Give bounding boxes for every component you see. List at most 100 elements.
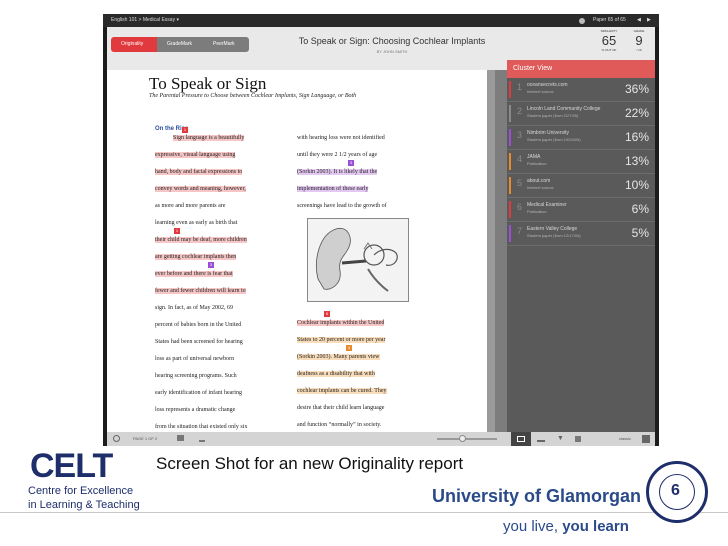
bottom-toolbar: PAGE 1 OF 2 ▼ classic <box>107 432 655 446</box>
match-percent: 5% <box>631 226 649 240</box>
paper-line: their child may be deaf, more children <box>155 237 247 243</box>
match-percent: 6% <box>631 202 649 216</box>
grade-stat[interactable]: GRADE 9 / 10 <box>625 29 653 52</box>
match-marker[interactable]: 1 <box>182 127 188 133</box>
match-number: 5 <box>517 178 523 188</box>
match-percent: 10% <box>624 178 649 192</box>
celt-tagline-1: Centre for Excellence <box>28 485 134 497</box>
match-color-bar <box>509 129 511 146</box>
paper-line: from the situation that existed only six <box>155 424 248 430</box>
list-item[interactable]: 4 JAMA Publication 13% <box>507 150 655 174</box>
scrollbar[interactable] <box>495 70 507 432</box>
paper-line: with hearing loss were not identified <box>297 135 385 141</box>
footer-divider <box>0 512 728 513</box>
paper-line: are getting cochlear implants then <box>155 254 237 260</box>
slide-number: 6 <box>671 482 680 499</box>
paper-line: Sign language is a beautifully <box>173 135 245 141</box>
paper-line: screenings have lead to the growth of <box>297 203 387 209</box>
match-type: Student paper (from 10/24/09) <box>527 137 581 142</box>
list-item[interactable]: 3 Nimbrim University Student paper (from… <box>507 126 655 150</box>
tab-grademark[interactable]: GradeMark <box>157 37 203 52</box>
view-mode-label[interactable]: classic <box>619 436 631 441</box>
slogan-bold: you learn <box>562 518 629 535</box>
match-marker[interactable]: 6 <box>324 311 330 317</box>
university-seal: 6 <box>646 461 708 523</box>
match-source: JAMA <box>527 154 541 160</box>
match-marker[interactable]: 3 <box>208 262 214 268</box>
university-name: University of Glamorgan <box>432 486 642 506</box>
match-number: 2 <box>517 106 523 116</box>
help-icon[interactable] <box>579 18 585 24</box>
match-type: Publication <box>527 209 547 214</box>
grade-sub: / 10 <box>636 48 642 52</box>
list-item[interactable]: 6 Medical Examiner Publication 6% <box>507 198 655 222</box>
zoom-slider[interactable] <box>437 438 497 440</box>
paper-navigator: Paper 65 of 65 <box>593 17 626 23</box>
celt-tagline-2: in Learning & Teaching <box>28 499 140 511</box>
paper-line: States had been screened for hearing <box>155 339 243 345</box>
similarity-sub: % OUT OF <box>601 48 617 52</box>
paper-line: desire that their child learn language <box>297 405 385 411</box>
paper-author: BY JOHN SMITH <box>376 49 408 54</box>
page-indicator: PAGE 1 OF 2 <box>133 436 158 441</box>
match-marker[interactable]: 4 <box>346 345 352 351</box>
prev-paper-icon[interactable]: ◀ <box>637 14 641 27</box>
paper-line: percent of babies born in the United <box>155 322 242 328</box>
match-type: Student paper (from 2/27/09) <box>527 113 579 118</box>
slide-caption: Screen Shot for an new Originality repor… <box>156 454 464 473</box>
match-type: Internet source <box>527 89 554 94</box>
match-color-bar <box>509 153 511 170</box>
paper-line: early identification of infant hearing <box>155 390 242 396</box>
paper-line: and function “normally” in society. <box>297 422 382 428</box>
tab-originality[interactable]: Originality <box>111 37 157 52</box>
match-source: Lincoln Land Community College <box>527 106 601 112</box>
paper-line: States to 20 percent or more per year <box>297 337 386 343</box>
zoom-slider-handle[interactable] <box>459 435 466 442</box>
grade-value: 9 <box>635 33 643 48</box>
match-marker[interactable]: 1 <box>174 228 180 234</box>
paper-view: To Speak or Sign The Parental Pressure t… <box>107 70 487 432</box>
match-percent: 36% <box>624 82 649 96</box>
match-number: 6 <box>517 202 523 212</box>
university-slogan: you live, you learn <box>503 518 629 535</box>
list-item[interactable]: 2 Lincoln Land Community College Student… <box>507 102 655 126</box>
filter-icon[interactable]: ▼ <box>557 435 564 443</box>
course-breadcrumb[interactable]: English 101 > Medical Essay ▾ <box>111 14 179 27</box>
print-icon[interactable] <box>177 435 184 441</box>
list-item[interactable]: 5 about.com Internet source 10% <box>507 174 655 198</box>
match-color-bar <box>509 177 511 194</box>
match-source: Eastern Valley College <box>527 226 578 232</box>
match-percent: 13% <box>624 154 649 168</box>
list-item[interactable]: 7 Eastern Valley College Student paper (… <box>507 222 655 246</box>
paper-line: implementation of these early <box>297 186 369 192</box>
bar-chart-icon[interactable] <box>537 436 545 442</box>
match-source: about.com <box>527 178 551 184</box>
paper-line: as more and more parents are <box>155 203 226 209</box>
paper-line: fewer and fewer children will learn to <box>155 288 246 294</box>
download-icon[interactable] <box>199 435 205 442</box>
paper-line: (Sorkin 2003). It is likely that the <box>297 169 378 175</box>
match-type: Publication <box>527 161 547 166</box>
paper-line: loss as part of universal newborn <box>155 356 235 362</box>
paper-line: hand, body and facial expressions to <box>155 169 243 175</box>
match-color-bar <box>509 201 511 218</box>
info-icon[interactable] <box>113 435 120 442</box>
grid-icon <box>517 436 525 442</box>
download-report-icon[interactable] <box>575 436 581 442</box>
match-type: Internet source <box>527 185 554 190</box>
tab-peermark[interactable]: PeerMark <box>203 37 249 52</box>
match-number: 1 <box>517 82 523 92</box>
match-number: 4 <box>517 154 523 164</box>
next-paper-icon[interactable]: ▶ <box>647 14 651 27</box>
similarity-stat[interactable]: SIMILARITY 65 % OUT OF <box>594 29 624 52</box>
paper-line: cochlear implants can be cured. They <box>297 388 387 394</box>
match-number: 3 <box>517 130 523 140</box>
list-item[interactable]: 1 oceansecrets.com Internet source 36% <box>507 78 655 102</box>
paper-line: sign. In fact, as of May 2002, 69 <box>155 305 233 311</box>
collapse-icon[interactable] <box>642 435 650 443</box>
report-screenshot: English 101 > Medical Essay ▾ Paper 65 o… <box>103 14 659 446</box>
match-number: 7 <box>517 226 523 236</box>
essay-subtitle: The Parental Pressure to Choose between … <box>149 93 357 99</box>
match-marker[interactable]: 3 <box>348 160 354 166</box>
match-color-bar <box>509 105 511 122</box>
